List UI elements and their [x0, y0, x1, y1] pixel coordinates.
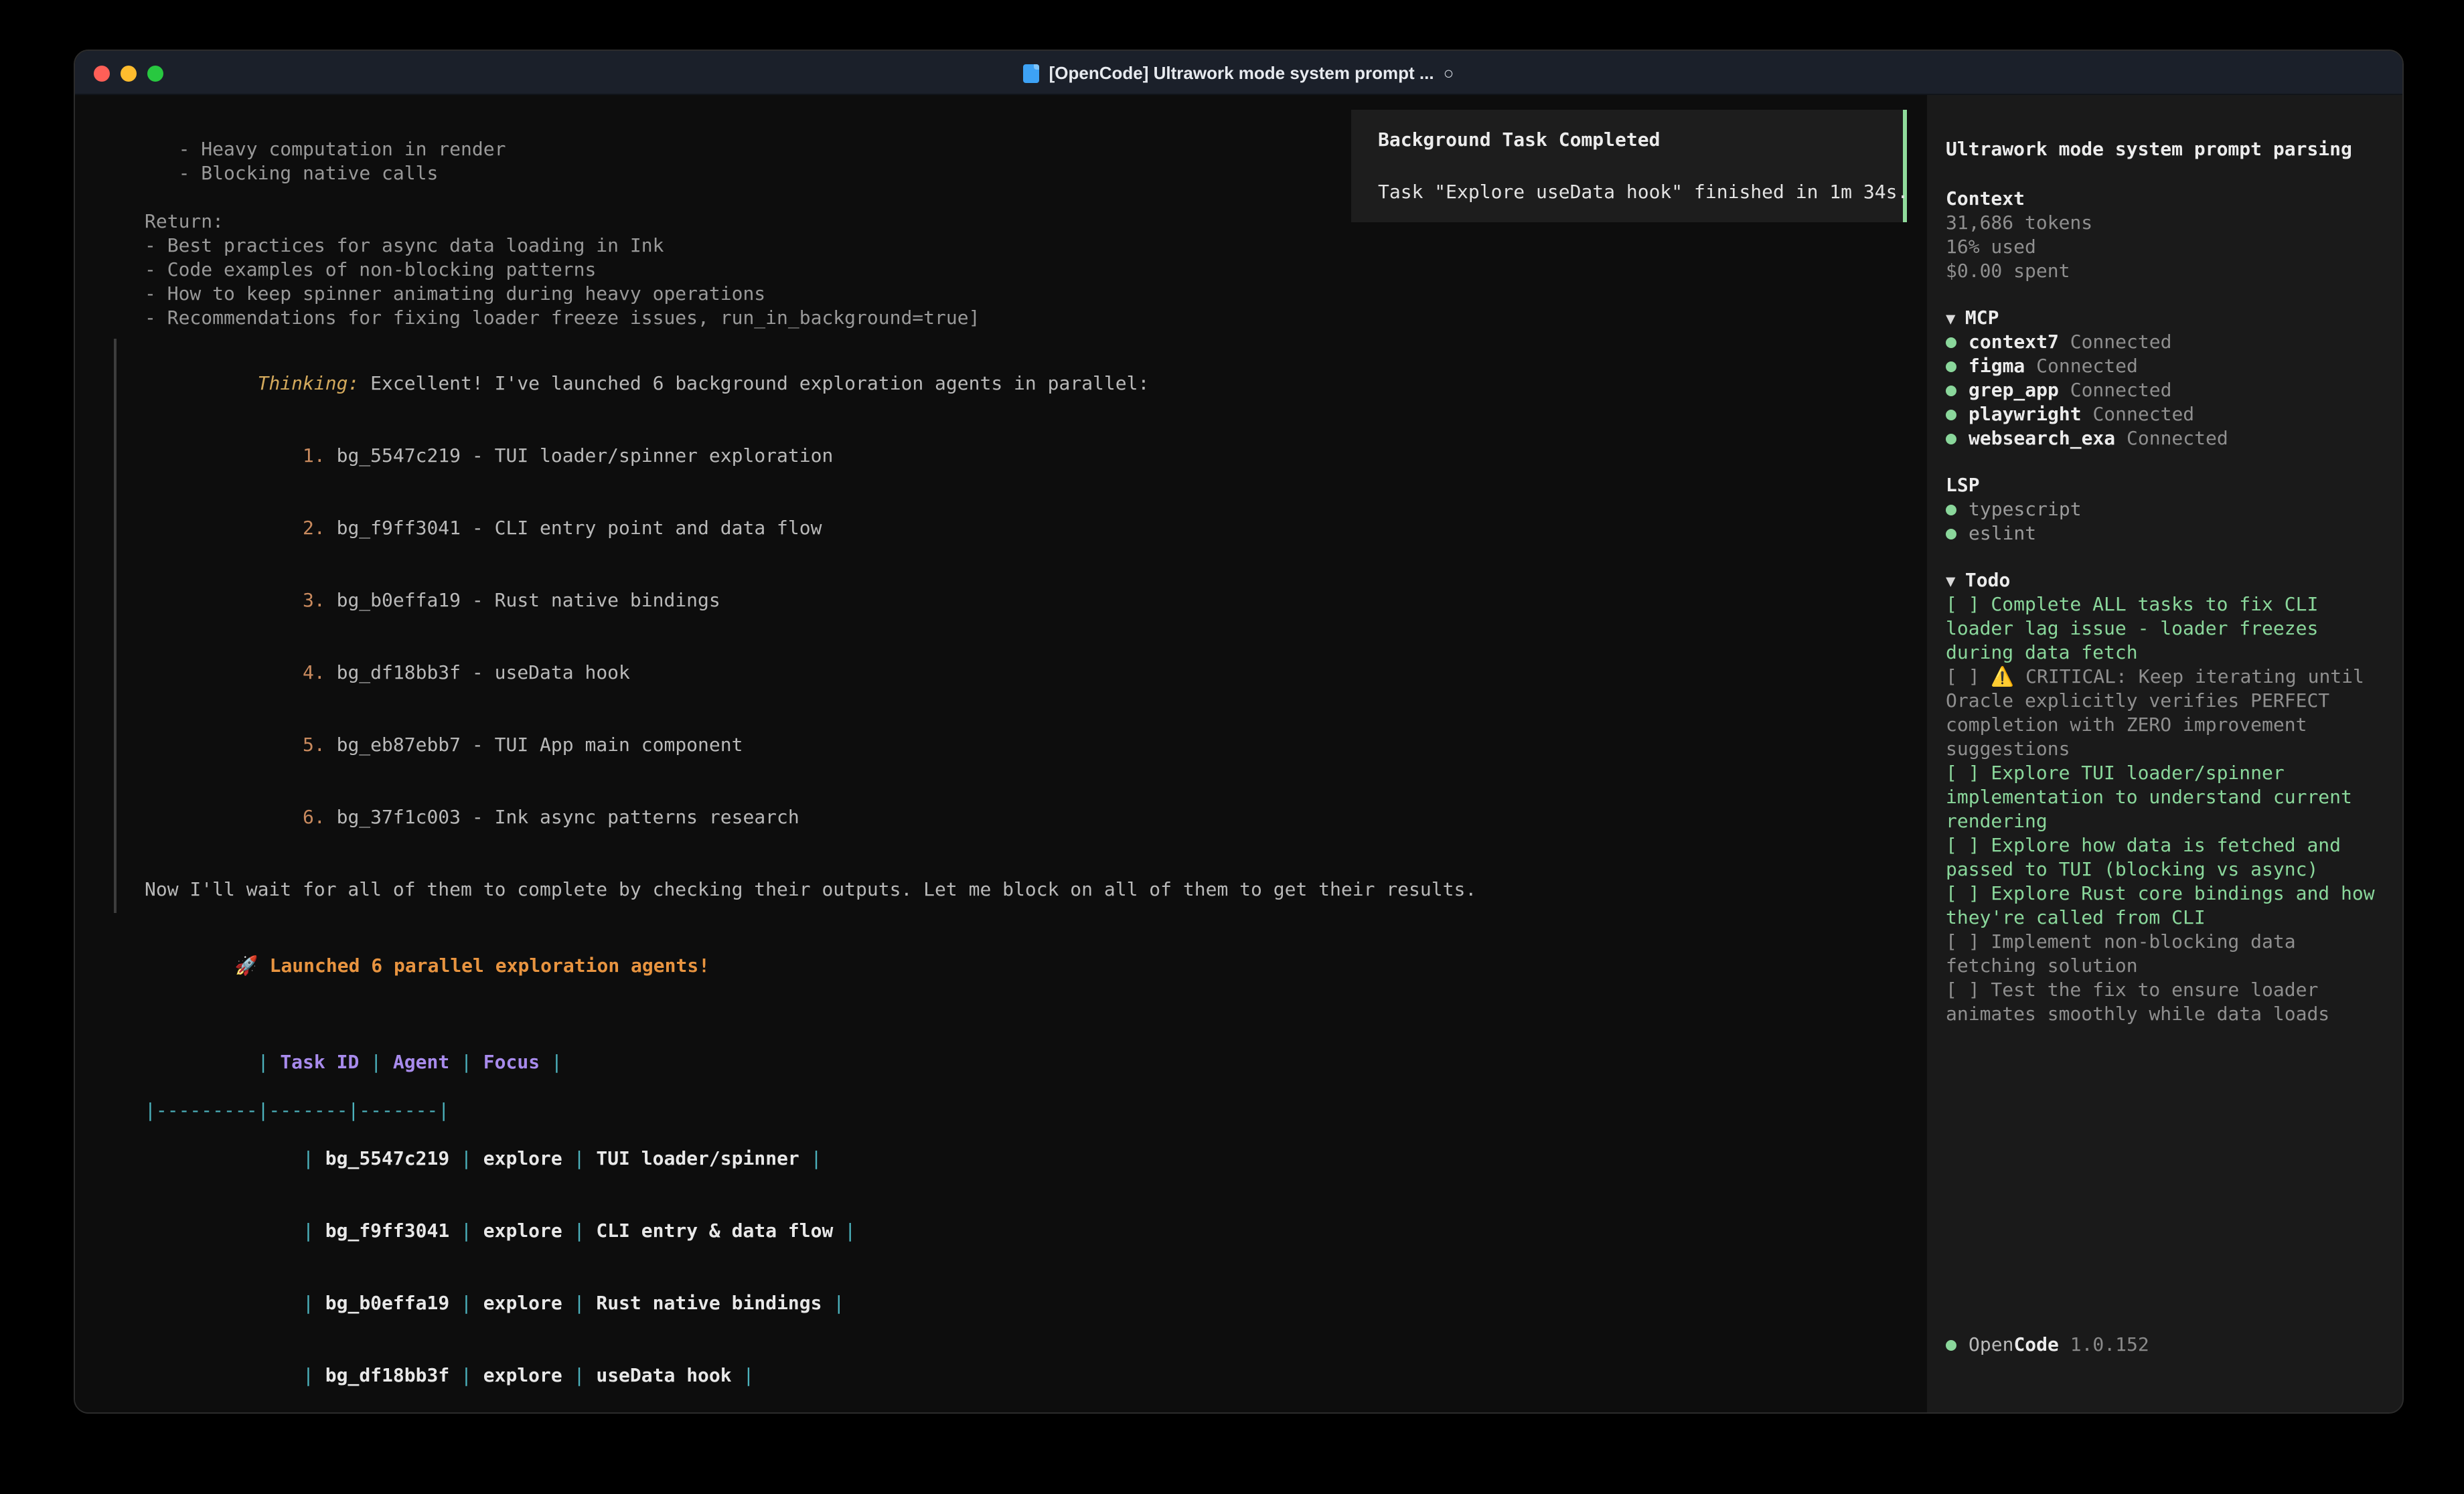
- proxy-circle-icon: ○: [1444, 63, 1454, 83]
- todo-item: [ ] Complete ALL tasks to fix CLI loader…: [1946, 593, 2384, 665]
- thinking-label: Thinking:: [258, 374, 360, 395]
- lsp-heading: LSP: [1946, 474, 2384, 498]
- toast-body: Task "Explore useData hook" finished in …: [1378, 181, 1876, 205]
- app-window: [OpenCode] Ultrawork mode system prompt …: [74, 50, 2404, 1414]
- table-row: |bg_f9ff3041|explore|CLI entry & data fl…: [145, 1195, 1927, 1268]
- numbered-item: 2.bg_f9ff3041 - CLI entry point and data…: [145, 493, 1927, 565]
- table-row: |bg_eb87ebb7|explore|TUI App component|: [145, 1412, 1927, 1414]
- table-separator-row: |---------|-------|-------|: [145, 1099, 1927, 1123]
- thinking-lead-line: Thinking: Excellent! I've launched 6 bac…: [145, 348, 1927, 420]
- app-version: OpenCode1.0.152: [1946, 1333, 2149, 1357]
- mcp-item: playwrightConnected: [1946, 403, 2384, 427]
- terminal-pane: - Heavy computation in render - Blocking…: [75, 95, 1927, 1412]
- context-lines: 31,686 tokens16% used$0.00 spent: [1946, 212, 2384, 284]
- todo-item: [ ] Explore Rust core bindings and how t…: [1946, 882, 2384, 930]
- status-dot-icon: [1946, 505, 1956, 515]
- numbered-item: 1.bg_5547c219 - TUI loader/spinner explo…: [145, 420, 1927, 493]
- lsp-item: typescript: [1946, 498, 2384, 522]
- numbered-item: 3.bg_b0effa19 - Rust native bindings: [145, 565, 1927, 637]
- todo-item: [ ] Implement non-blocking data fetching…: [1946, 930, 2384, 979]
- todo-item: [ ] Explore TUI loader/spinner implement…: [1946, 762, 2384, 834]
- todo-item: [ ] Explore how data is fetched and pass…: [1946, 834, 2384, 882]
- blank-line: [145, 854, 1927, 878]
- chevron-down-icon: ▼: [1946, 572, 1955, 590]
- status-dot-icon: [1946, 1340, 1956, 1351]
- mcp-item: grep_appConnected: [1946, 379, 2384, 403]
- numbered-item: 4.bg_df18bb3f - useData hook: [145, 637, 1927, 710]
- toast-title: Background Task Completed: [1378, 129, 1876, 153]
- lsp-list: typescript eslint: [1946, 498, 2384, 546]
- toast-notification[interactable]: Background Task Completed Task "Explore …: [1351, 110, 1907, 222]
- text-line: - Code examples of non-blocking patterns: [145, 258, 1927, 282]
- text-line: - How to keep spinner animating during h…: [145, 282, 1927, 307]
- lsp-item: eslint: [1946, 522, 2384, 546]
- mcp-item: figmaConnected: [1946, 355, 2384, 379]
- rocket-icon: 🚀: [235, 956, 258, 977]
- status-dot-icon: [1946, 410, 1956, 420]
- status-dot-icon: [1946, 529, 1956, 540]
- table-row: |bg_b0effa19|explore|Rust native binding…: [145, 1268, 1927, 1340]
- numbered-item: 5.bg_eb87ebb7 - TUI App main component: [145, 710, 1927, 782]
- document-icon: [1024, 64, 1040, 82]
- mcp-item: context7Connected: [1946, 331, 2384, 355]
- status-dot-icon: [1946, 434, 1956, 444]
- context-section: Context 31,686 tokens16% used$0.00 spent: [1946, 187, 2384, 284]
- chevron-down-icon: ▼: [1946, 309, 1955, 328]
- context-stat: 16% used: [1946, 236, 2384, 260]
- table-body: |bg_5547c219|explore|TUI loader/spinner|…: [145, 1123, 1927, 1414]
- status-dot-icon: [1946, 386, 1956, 396]
- table-header-row: |Task ID|Agent|Focus|: [145, 1027, 1927, 1099]
- thinking-block: Thinking: Excellent! I've launched 6 bac…: [114, 339, 1927, 913]
- mcp-item: websearch_exaConnected: [1946, 427, 2384, 451]
- status-dot-icon: [1946, 361, 1956, 372]
- todo-list: [ ] Complete ALL tasks to fix CLI loader…: [1946, 593, 2384, 1027]
- mcp-list: context7Connected figmaConnected grep_ap…: [1946, 331, 2384, 451]
- session-title: Ultrawork mode system prompt parsing: [1946, 138, 2384, 162]
- todo-item: [ ] ⚠️ CRITICAL: Keep iterating until Or…: [1946, 665, 2384, 762]
- titlebar: [OpenCode] Ultrawork mode system prompt …: [75, 51, 2402, 95]
- sidebar: Ultrawork mode system prompt parsing Con…: [1927, 95, 2402, 1412]
- window-title: [OpenCode] Ultrawork mode system prompt …: [1049, 63, 1434, 83]
- mcp-section: ▼MCP context7Connected figmaConnected gr…: [1946, 307, 2384, 451]
- task-table: |Task ID|Agent|Focus| |---------|-------…: [145, 1027, 1927, 1414]
- thinking-numbered-list: 1.bg_5547c219 - TUI loader/spinner explo…: [145, 420, 1927, 854]
- mcp-heading[interactable]: ▼MCP: [1946, 307, 2384, 331]
- wait-text-line: Now I'll wait for all of them to complet…: [145, 878, 1927, 902]
- lsp-section: LSP typescript eslint: [1946, 474, 2384, 546]
- table-row: |bg_5547c219|explore|TUI loader/spinner|: [145, 1123, 1927, 1195]
- todo-section: ▼Todo [ ] Complete ALL tasks to fix CLI …: [1946, 569, 2384, 1027]
- todo-item: [ ] Test the fix to ensure loader animat…: [1946, 979, 2384, 1027]
- text-line: - Recommendations for fixing loader free…: [145, 307, 1927, 331]
- context-heading: Context: [1946, 187, 2384, 212]
- window-title-group: [OpenCode] Ultrawork mode system prompt …: [75, 51, 2402, 95]
- numbered-item: 6.bg_37f1c003 - Ink async patterns resea…: [145, 782, 1927, 854]
- text-line: - Best practices for async data loading …: [145, 234, 1927, 258]
- announcement-line: 🚀Launched 6 parallel exploration agents!: [145, 930, 1927, 1003]
- status-dot-icon: [1946, 337, 1956, 348]
- screen: [OpenCode] Ultrawork mode system prompt …: [0, 0, 2464, 1494]
- table-row: |bg_df18bb3f|explore|useData hook|: [145, 1340, 1927, 1412]
- context-stat: 31,686 tokens: [1946, 212, 2384, 236]
- todo-heading[interactable]: ▼Todo: [1946, 569, 2384, 593]
- context-stat: $0.00 spent: [1946, 260, 2384, 284]
